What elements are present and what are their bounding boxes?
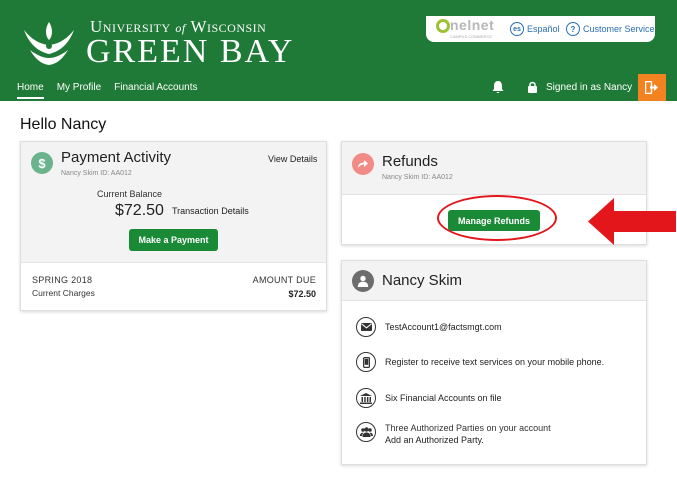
logout-icon [645, 81, 658, 94]
university-logo[interactable]: University of Wisconsin GREEN BAY [20, 16, 293, 70]
amount-due-value: $72.50 [288, 289, 316, 299]
transaction-details-link[interactable]: Transaction Details [172, 206, 249, 216]
bell-icon[interactable] [491, 80, 505, 95]
bank-icon [356, 388, 376, 408]
term-label: SPRING 2018 [32, 275, 93, 285]
email-row[interactable]: TestAccount1@factsmgt.com [356, 317, 502, 337]
current-balance-amount: $72.50 [115, 202, 164, 219]
language-icon: es [510, 22, 524, 36]
person-silhouette-icon [357, 275, 369, 287]
profile-name: Nancy Skim [382, 272, 463, 289]
authorized-parties-text: Three Authorized Parties on your account… [385, 422, 551, 446]
refunds-title: Refunds [382, 153, 438, 170]
user-icon [352, 270, 374, 292]
help-icon: ? [566, 22, 580, 36]
group-icon [356, 422, 376, 442]
spanish-label: Español [527, 24, 560, 34]
text-services-text: Register to receive text services on you… [385, 357, 605, 367]
customer-service-label: Customer Service [583, 24, 655, 34]
refunds-subtitle: Nancy Skim ID: AA012 [382, 174, 453, 181]
profile-card: Nancy Skim TestAccount1@factsmgt.com Reg… [341, 260, 647, 465]
payment-activity-subtitle: Nancy Skim ID: AA012 [61, 170, 132, 177]
main-nav: Home My Profile Financial Accounts [0, 76, 198, 98]
nelnet-mark-icon [436, 19, 450, 33]
dollar-icon: $ [31, 152, 53, 174]
email-text: TestAccount1@factsmgt.com [385, 322, 502, 332]
financial-accounts-text: Six Financial Accounts on file [385, 393, 502, 403]
spanish-language-link[interactable]: es Español [510, 22, 560, 36]
refund-arrow-icon [352, 153, 374, 175]
payment-activity-header: $ Payment Activity Nancy Skim ID: AA012 … [21, 142, 326, 263]
nav-home[interactable]: Home [17, 82, 44, 93]
current-balance-label: Current Balance [97, 189, 163, 199]
logout-button[interactable] [638, 74, 666, 101]
page-greeting: Hello Nancy [20, 116, 107, 133]
share-arrow-icon [358, 160, 368, 168]
crest-logo-icon [20, 16, 78, 68]
amount-due-label: AMOUNT DUE [252, 275, 316, 285]
nelnet-logo: nelnet CAMPUS COMMERCE [436, 17, 495, 39]
nav-financial-accounts[interactable]: Financial Accounts [114, 82, 197, 93]
view-details-link[interactable]: View Details [268, 154, 317, 164]
current-charges-label: Current Charges [32, 288, 95, 298]
authorized-parties-count: Three Authorized Parties on your account [385, 423, 551, 433]
financial-accounts-row[interactable]: Six Financial Accounts on file [356, 388, 502, 408]
make-payment-button[interactable]: Make a Payment [129, 229, 218, 251]
authorized-parties-row[interactable]: Three Authorized Parties on your account… [356, 422, 551, 446]
highlight-ellipse [437, 195, 557, 241]
envelope-icon [356, 317, 376, 337]
profile-header: Nancy Skim [342, 261, 646, 301]
nav-my-profile[interactable]: My Profile [57, 82, 101, 93]
mobile-icon [356, 352, 376, 372]
pointer-arrow-icon [588, 198, 676, 245]
nelnet-wordmark: nelnet [450, 17, 495, 33]
customer-service-link[interactable]: ? Customer Service [566, 22, 655, 36]
lock-icon [528, 81, 537, 93]
add-authorized-party-link[interactable]: Add an Authorized Party. [385, 434, 551, 446]
refunds-header: Refunds Nancy Skim ID: AA012 [342, 142, 646, 195]
signed-in-status[interactable]: Signed in as Nancy [546, 82, 632, 93]
nav-active-indicator [17, 97, 44, 99]
text-services-row[interactable]: Register to receive text services on you… [356, 352, 604, 372]
payment-activity-title: Payment Activity [61, 149, 172, 166]
utility-box: nelnet CAMPUS COMMERCE es Español ? Cust… [426, 16, 655, 42]
nelnet-tagline: CAMPUS COMMERCE [450, 34, 493, 39]
payment-activity-card: $ Payment Activity Nancy Skim ID: AA012 … [20, 141, 327, 311]
logo-title-bottom: GREEN BAY [86, 33, 295, 70]
